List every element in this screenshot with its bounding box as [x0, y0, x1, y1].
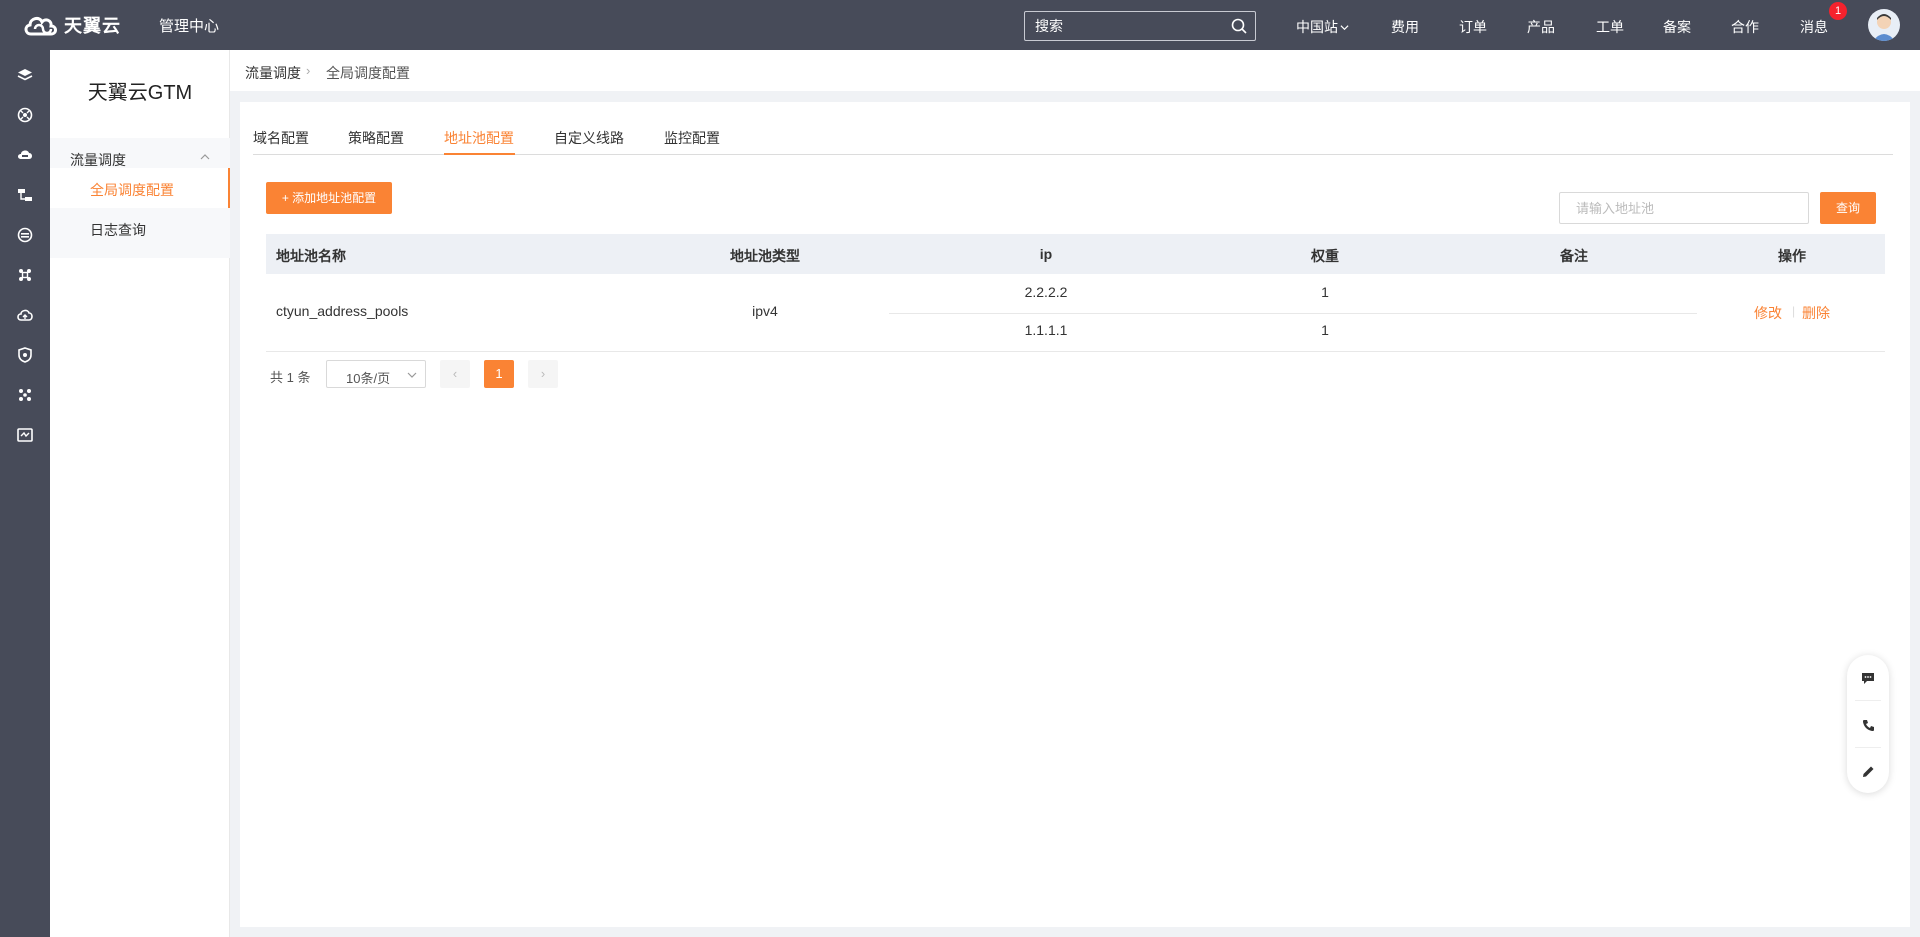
next-page-button[interactable]: › — [528, 360, 558, 388]
tab-domain-config[interactable]: 域名配置 — [253, 128, 309, 148]
table-header: 地址池名称 地址池类型 ip 权重 备注 操作 — [266, 234, 1885, 274]
edit-icon[interactable] — [1858, 761, 1878, 781]
nav-orders[interactable]: 订单 — [1459, 17, 1487, 37]
menu-item-label: 日志查询 — [90, 222, 146, 238]
add-address-pool-button[interactable]: + 添加地址池配置 — [266, 182, 392, 214]
total-count: 共 1 条 — [270, 370, 311, 385]
sub-row-divider — [889, 313, 1697, 314]
ip-cell: 2.2.2.2 — [1024, 284, 1068, 300]
user-avatar[interactable] — [1868, 9, 1900, 41]
col-header-weight: 权重 — [1311, 248, 1339, 264]
chevron-up-icon — [200, 154, 210, 160]
nav-filing[interactable]: 备案 — [1663, 17, 1691, 37]
breadcrumb-parent[interactable]: 流量调度 — [245, 63, 301, 83]
ip-cell: 1.1.1.1 — [1024, 322, 1068, 338]
col-header-ip: ip — [1039, 246, 1053, 262]
delete-link[interactable]: 删除 — [1802, 303, 1830, 323]
cloud-logo-icon — [24, 16, 57, 36]
product-title: 天翼云GTM — [87, 82, 193, 104]
avatar-icon — [1873, 14, 1895, 41]
management-center-link[interactable]: 管理中心 — [159, 15, 219, 36]
tab-address-pool-config[interactable]: 地址池配置 — [444, 128, 514, 148]
menu-item-log-query[interactable]: 日志查询 — [50, 208, 230, 248]
col-header-remark: 备注 — [1560, 248, 1588, 264]
network-icon[interactable] — [15, 185, 35, 205]
table-row: ctyun_address_pools ipv4 2.2.2.2 1 1.1.1… — [266, 274, 1885, 352]
pool-type-cell: ipv4 — [752, 303, 778, 319]
col-header-name: 地址池名称 — [276, 248, 346, 264]
phone-icon[interactable] — [1858, 715, 1878, 735]
tab-custom-route[interactable]: 自定义线路 — [554, 128, 624, 148]
active-tab-indicator — [444, 153, 515, 155]
breadcrumb-current: 全局调度配置 — [326, 65, 410, 81]
divider — [1855, 700, 1881, 701]
menu-item-global-config[interactable]: 全局调度配置 — [50, 168, 230, 208]
col-header-type: 地址池类型 — [730, 248, 800, 264]
prev-page-button[interactable]: ‹ — [440, 360, 470, 388]
main-panel: 域名配置 策略配置 地址池配置 自定义线路 监控配置 + 添加地址池配置 查询 … — [240, 102, 1910, 927]
edit-link[interactable]: 修改 — [1754, 303, 1782, 323]
database-icon[interactable] — [15, 225, 35, 245]
weight-cell: 1 — [1321, 322, 1329, 338]
weight-cell: 1 — [1321, 284, 1329, 300]
brand-logo[interactable]: 天翼云 — [22, 10, 121, 40]
menu-group-label: 流量调度 — [70, 152, 126, 168]
page-1-button[interactable]: 1 — [484, 360, 514, 388]
nav-messages[interactable]: 消息 — [1800, 17, 1828, 37]
region-dropdown[interactable]: 中国站 — [1296, 17, 1349, 37]
layers-icon[interactable] — [15, 65, 35, 85]
chevron-right-icon: › — [306, 63, 311, 78]
divider — [1855, 747, 1881, 748]
chevron-down-icon — [1340, 25, 1349, 31]
config-tabs: 域名配置 策略配置 地址池配置 自定义线路 监控配置 — [253, 124, 1893, 155]
cluster-icon[interactable] — [15, 265, 35, 285]
dashboard-icon[interactable] — [15, 105, 35, 125]
col-header-actions: 操作 — [1778, 248, 1806, 264]
action-separator: | — [1792, 304, 1796, 318]
nav-products[interactable]: 产品 — [1527, 17, 1555, 37]
query-button[interactable]: 查询 — [1820, 192, 1876, 224]
message-count-badge: 1 — [1829, 2, 1847, 20]
page-size-value: 10条/页 — [346, 371, 391, 386]
side-menu: 天翼云GTM 流量调度 全局调度配置 日志查询 — [50, 50, 230, 937]
menu-item-label: 全局调度配置 — [90, 182, 174, 198]
breadcrumb: 流量调度 › 全局调度配置 — [230, 50, 1920, 91]
nav-tickets[interactable]: 工单 — [1596, 17, 1624, 37]
chat-icon[interactable] — [1858, 668, 1878, 688]
address-pool-search-input[interactable] — [1559, 192, 1809, 224]
nav-partner[interactable]: 合作 — [1731, 17, 1759, 37]
chevron-down-icon — [407, 372, 417, 378]
pool-name-cell: ctyun_address_pools — [276, 303, 409, 319]
top-navbar: 天翼云 管理中心 中国站 费用 订单 产品 工单 备案 合作 消息 1 — [0, 0, 1920, 50]
cloud-upload-icon[interactable] — [15, 305, 35, 325]
tab-monitor-config[interactable]: 监控配置 — [664, 128, 720, 148]
monitor-icon[interactable] — [15, 425, 35, 445]
scroll-gutter — [1910, 91, 1920, 937]
nav-billing[interactable]: 费用 — [1391, 17, 1419, 37]
global-search[interactable] — [1024, 11, 1256, 41]
tab-policy-config[interactable]: 策略配置 — [348, 128, 404, 148]
page-size-select[interactable]: 10条/页 — [326, 360, 426, 388]
region-label: 中国站 — [1296, 19, 1338, 35]
search-icon[interactable] — [1231, 18, 1247, 34]
floating-help-bar — [1847, 655, 1889, 793]
shield-icon[interactable] — [15, 345, 35, 365]
brand-name: 天翼云 — [64, 16, 121, 36]
product-icon-rail — [0, 50, 50, 937]
global-search-input[interactable] — [1025, 12, 1220, 40]
cloud-server-icon[interactable] — [15, 145, 35, 165]
nodes-icon[interactable] — [15, 385, 35, 405]
